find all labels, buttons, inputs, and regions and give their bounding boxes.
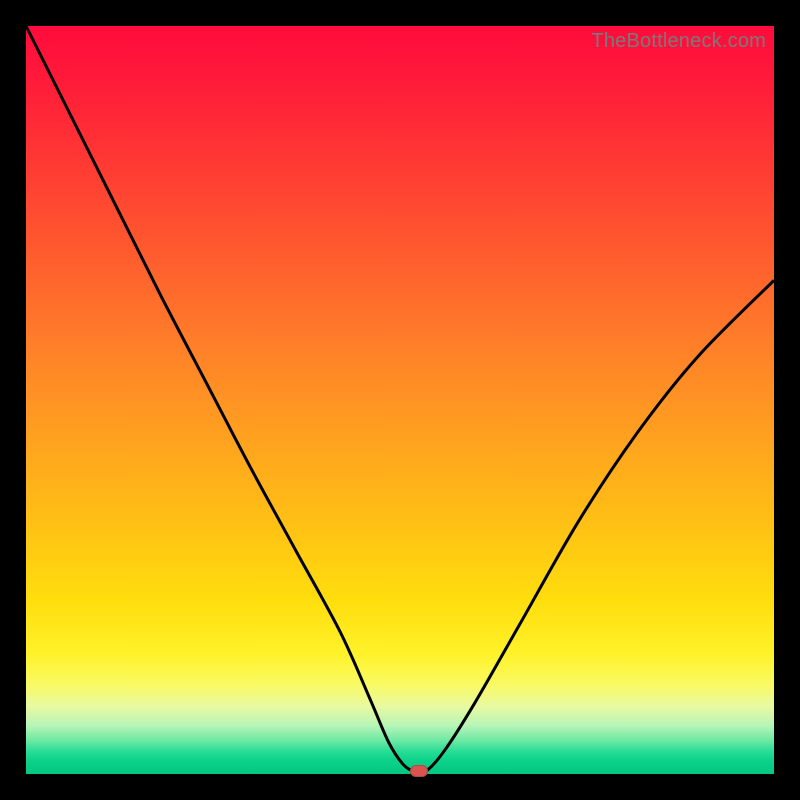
chart-frame: TheBottleneck.com bbox=[0, 0, 800, 800]
curve-path bbox=[26, 26, 774, 773]
bottleneck-curve bbox=[26, 26, 774, 774]
min-marker bbox=[410, 765, 428, 777]
chart-plot-area: TheBottleneck.com bbox=[26, 26, 774, 774]
